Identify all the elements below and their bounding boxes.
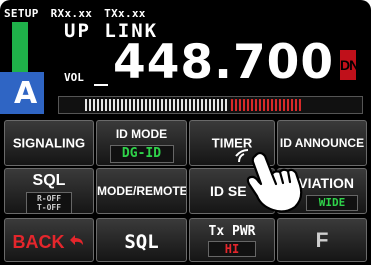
back-button-label: BACK (5, 231, 93, 253)
id-mode-value: DG-ID (109, 145, 174, 163)
s-meter-peak-segment (231, 99, 302, 111)
setup-mode-label: SETUP (4, 7, 39, 20)
tx-power-button[interactable]: Tx PWR HI (189, 218, 275, 262)
mode-remote-button-label: MODE/REMOTE (97, 184, 187, 198)
pointing-hand-icon (235, 149, 303, 213)
sql-button[interactable]: SQL (96, 218, 187, 262)
sql-settings-button-label: SQL (32, 172, 66, 189)
tx-power-value: HI (208, 241, 256, 257)
signal-indicator-bar (12, 22, 28, 74)
signaling-button-label: SIGNALING (12, 135, 86, 151)
rx-version-label: RXx.xx (50, 7, 93, 20)
band-a-label: A (14, 76, 38, 111)
volume-level-tick (94, 84, 108, 86)
band-a-indicator[interactable]: A (0, 72, 44, 114)
mode-remote-button[interactable]: MODE/REMOTE (96, 168, 187, 214)
signaling-button[interactable]: SIGNALING (4, 120, 94, 166)
function-button-label: F (315, 229, 329, 252)
sql-settings-button[interactable]: SQL R-OFF T-OFF (4, 168, 94, 214)
function-button[interactable]: F (277, 218, 367, 262)
back-button[interactable]: BACK (4, 218, 94, 262)
tx-version-label: TXx.xx (104, 7, 146, 20)
id-mode-button-label: ID MODE (115, 127, 168, 141)
sql-settings-value: R-OFF T-OFF (26, 192, 72, 213)
id-mode-button[interactable]: ID MODE DG-ID (96, 120, 187, 166)
status-bar: SETUP RXx.xx TXx.xx (4, 7, 158, 21)
digital-mode-badge: DN (340, 50, 359, 80)
volume-label: VOL (64, 71, 84, 84)
tx-power-button-label: Tx PWR (208, 224, 256, 239)
back-label-text: BACK (12, 232, 65, 252)
s-meter-signal-segment (85, 99, 227, 111)
radio-touch-screen: SETUP RXx.xx TXx.xx A UP LINK 448.700 VOL … (0, 0, 371, 265)
s-meter (58, 96, 363, 114)
deviation-value: WIDE (306, 195, 358, 211)
back-arrow-icon (69, 235, 83, 245)
sql-button-label: SQL (124, 231, 159, 253)
frequency-display[interactable]: 448.700 (113, 35, 334, 91)
